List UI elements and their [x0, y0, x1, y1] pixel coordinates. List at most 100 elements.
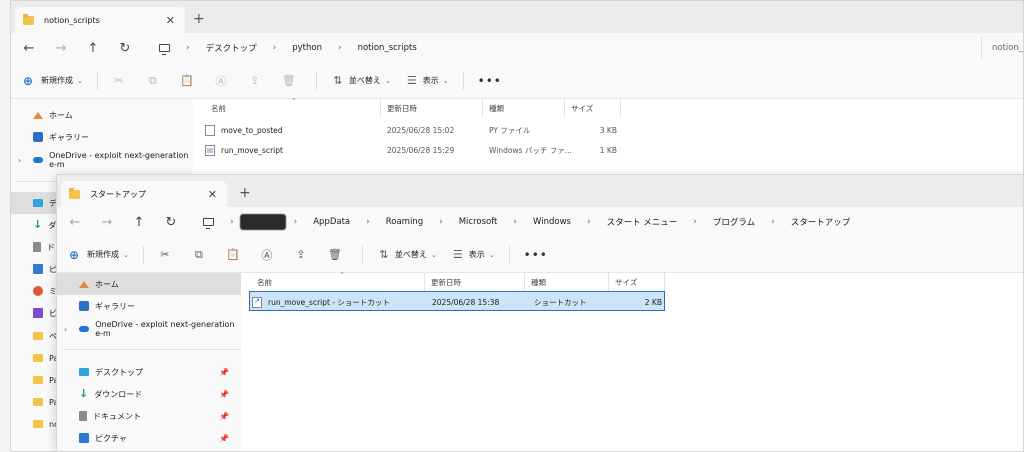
delete-icon[interactable]: 🗑 [282, 74, 296, 88]
view-button[interactable]: ☰ 表示 ⌄ [451, 248, 495, 262]
sort-button[interactable]: ⇅ 並べ替え ⌄ [331, 74, 391, 88]
rename-icon[interactable]: Ⓐ [260, 248, 274, 262]
paste-icon[interactable]: 📋 [226, 248, 240, 262]
file-row[interactable]: move_to_posted 2025/06/28 15:02 PY ファイル … [205, 120, 625, 140]
column-label: 更新日時 [431, 277, 461, 287]
pin-icon[interactable]: 📌 [219, 434, 229, 443]
column-size[interactable]: サイズ [609, 273, 665, 291]
column-name[interactable]: 名前 [251, 273, 425, 291]
file-size: 3 KB [599, 125, 617, 135]
share-icon[interactable]: ⇪ [294, 248, 308, 262]
file-row-selected[interactable]: run_move_script - ショートカット 2025/06/28 15:… [249, 291, 665, 311]
breadcrumb-appdata[interactable]: AppData [313, 217, 350, 227]
sidebar-item-home[interactable]: ホーム [11, 104, 193, 126]
delete-icon[interactable]: 🗑 [328, 248, 342, 262]
chevron-down-icon: ⌄ [384, 76, 391, 85]
share-icon[interactable]: ⇪ [248, 74, 262, 88]
new-button[interactable]: ⊕ 新規作成 ⌄ [21, 74, 83, 88]
up-button[interactable]: ↑ [77, 41, 109, 56]
sidebar-item-home[interactable]: ホーム [57, 273, 241, 295]
column-label: 名前 [211, 103, 226, 113]
file-name: move_to_posted [221, 125, 283, 135]
chevron-down-icon: ⌄ [430, 250, 437, 259]
sidebar-item-label: ピクチャ [95, 433, 127, 443]
column-size[interactable]: サイズ [565, 99, 621, 117]
pin-icon[interactable]: 📌 [219, 390, 229, 399]
column-modified[interactable]: 更新日時 [381, 99, 483, 117]
sidebar-item-downloads[interactable]: ↓ ダウンロード 📌 [57, 383, 241, 405]
more-options-button[interactable]: ••• [478, 74, 502, 88]
sidebar-item-gallery[interactable]: ギャラリー [57, 295, 241, 317]
cut-icon[interactable]: ✂ [112, 74, 126, 88]
file-row[interactable]: run_move_script 2025/06/28 15:29 Windows… [205, 140, 625, 160]
breadcrumb-python[interactable]: python [292, 43, 322, 53]
pin-icon[interactable]: 📌 [219, 368, 229, 377]
copy-icon[interactable]: ⧉ [146, 74, 160, 88]
sidebar-item-onedrive[interactable]: › OneDrive - exploit next-generation e-m [57, 318, 241, 340]
back-button[interactable]: ← [59, 215, 91, 230]
chevron-right-icon: › [439, 217, 443, 227]
breadcrumb-startup[interactable]: スタートアップ [791, 216, 851, 228]
cut-icon[interactable]: ✂ [158, 248, 172, 262]
back-button[interactable]: ← [13, 41, 45, 56]
new-button[interactable]: ⊕ 新規作成 ⌄ [67, 248, 129, 262]
breadcrumb-windows[interactable]: Windows [533, 217, 571, 227]
copy-icon[interactable]: ⧉ [192, 248, 206, 262]
tab-notion-scripts[interactable]: notion_scripts ✕ [15, 7, 185, 33]
chevron-right-icon: › [693, 217, 697, 227]
column-name[interactable]: 名前 [205, 99, 381, 117]
chevron-right-icon[interactable]: › [64, 325, 67, 334]
navigation-bar: ← → ↑ ↻ › デスクトップ › python › notion_scrip… [11, 33, 1023, 63]
folder-icon [33, 398, 43, 406]
column-label: 種類 [531, 277, 546, 287]
chevron-right-icon: › [293, 217, 298, 227]
refresh-button[interactable]: ↻ [109, 41, 141, 56]
file-name-cell: run_move_script [205, 140, 283, 160]
column-label: サイズ [571, 103, 594, 113]
sort-button[interactable]: ⇅ 並べ替え ⌄ [377, 248, 437, 262]
column-modified[interactable]: 更新日時 [425, 273, 525, 291]
breadcrumb-start-menu[interactable]: スタート メニュー [607, 216, 678, 228]
forward-button[interactable]: → [91, 215, 123, 230]
new-tab-button[interactable]: + [239, 185, 251, 201]
chevron-right-icon[interactable]: › [18, 156, 21, 165]
breadcrumb-programs[interactable]: プログラム [713, 216, 755, 228]
breadcrumb-desktop[interactable]: デスクトップ [206, 42, 257, 54]
command-bar: ⊕ 新規作成 ⌄ ✂ ⧉ 📋 Ⓐ ⇪ 🗑 ⇅ 並べ替え ⌄ ☰ 表示 ⌄ ••• [57, 237, 1023, 273]
paste-icon[interactable]: 📋 [180, 74, 194, 88]
sidebar-item-pictures[interactable]: ピクチャ 📌 [57, 427, 241, 449]
breadcrumb-notion-scripts[interactable]: notion_scripts [358, 43, 417, 53]
sidebar-item-desktop[interactable]: デスクトップ 📌 [57, 361, 241, 383]
sidebar-item-onedrive[interactable]: › OneDrive - exploit next-generation e-m [11, 149, 193, 171]
sidebar-divider [63, 349, 241, 350]
forward-button[interactable]: → [45, 41, 77, 56]
tab-startup[interactable]: スタートアップ ✕ [61, 181, 227, 207]
search-box[interactable]: notion_ [981, 37, 1023, 59]
sidebar-item-gallery[interactable]: ギャラリー [11, 126, 193, 148]
rename-icon[interactable]: Ⓐ [214, 74, 228, 88]
refresh-button[interactable]: ↻ [155, 215, 187, 230]
column-type[interactable]: 種類 [483, 99, 565, 117]
breadcrumb-microsoft[interactable]: Microsoft [459, 217, 498, 227]
column-type[interactable]: 種類 [525, 273, 609, 291]
download-icon: ↓ [33, 218, 43, 231]
close-tab-icon[interactable]: ✕ [208, 188, 217, 201]
new-tab-button[interactable]: + [193, 11, 205, 27]
chevron-right-icon: › [272, 43, 277, 53]
gallery-icon [33, 132, 43, 142]
address-bar[interactable]: › › AppData › Roaming › Microsoft › Wind… [203, 211, 1023, 233]
more-options-button[interactable]: ••• [524, 248, 548, 262]
column-header-row: 名前 更新日時 種類 サイズ [205, 99, 625, 117]
breadcrumb-roaming[interactable]: Roaming [386, 217, 423, 227]
file-name: run_move_script - ショートカット [268, 297, 390, 307]
pin-icon[interactable]: 📌 [219, 412, 229, 421]
address-bar[interactable]: › デスクトップ › python › notion_scripts [159, 37, 979, 59]
sidebar-item-label: ドキュメント [93, 411, 141, 421]
view-button[interactable]: ☰ 表示 ⌄ [405, 74, 449, 88]
picture-icon [79, 433, 89, 443]
new-label: 新規作成 [87, 250, 119, 259]
chevron-down-icon: ⌄ [77, 76, 83, 85]
up-button[interactable]: ↑ [123, 215, 155, 230]
sidebar-item-documents[interactable]: ドキュメント 📌 [57, 405, 241, 427]
close-tab-icon[interactable]: ✕ [166, 14, 175, 27]
